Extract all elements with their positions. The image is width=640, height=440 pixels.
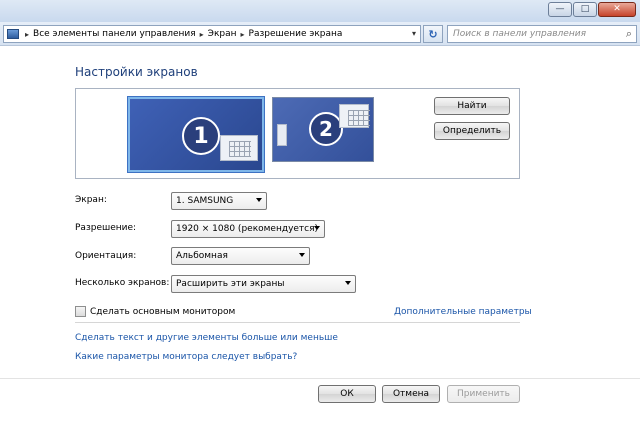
ok-button[interactable]: ОК	[318, 385, 376, 403]
breadcrumb-separator-icon[interactable]: ▸	[241, 30, 245, 39]
minimize-icon: —	[555, 4, 565, 14]
primary-monitor-checkbox-row[interactable]: Сделать основным монитором	[75, 306, 235, 317]
chevron-down-icon	[314, 226, 320, 230]
divider	[75, 322, 520, 323]
refresh-icon: ↻	[428, 27, 438, 41]
search-icon[interactable]: ⌕	[626, 27, 632, 41]
control-panel-icon	[7, 29, 19, 39]
close-button[interactable]: ✕	[598, 2, 636, 17]
identify-button[interactable]: Определить	[434, 122, 510, 140]
maximize-button[interactable]: □	[573, 2, 597, 17]
monitor-number-badge: 1	[182, 117, 220, 155]
breadcrumb-display[interactable]: Экран	[208, 29, 237, 39]
mini-window-icon	[220, 135, 258, 161]
title-bar[interactable]: — □ ✕	[0, 0, 640, 22]
maximize-icon: □	[580, 4, 590, 14]
monitor-number-badge: 2	[309, 112, 343, 146]
resolution-label: Разрешение:	[75, 223, 137, 233]
cancel-button[interactable]: Отмена	[382, 385, 440, 403]
refresh-button[interactable]: ↻	[423, 25, 443, 43]
address-bar[interactable]: ▸ Все элементы панели управления ▸ Экран…	[3, 25, 421, 43]
window-controls: — □ ✕	[548, 2, 636, 17]
close-icon: ✕	[613, 4, 621, 14]
orientation-select-value: Альбомная	[176, 251, 228, 261]
monitor-2-thumbnail[interactable]: 2	[272, 97, 374, 162]
mini-window-icon	[339, 104, 370, 128]
orientation-label: Ориентация:	[75, 251, 137, 261]
search-input[interactable]: Поиск в панели управления ⌕	[447, 25, 637, 43]
screen-select[interactable]: 1. SAMSUNG	[171, 192, 267, 210]
multiple-displays-select[interactable]: Расширить эти экраны	[171, 275, 356, 293]
primary-monitor-checkbox[interactable]	[75, 306, 86, 317]
screen-label: Экран:	[75, 195, 107, 205]
breadcrumb-separator-icon[interactable]: ▸	[200, 30, 204, 39]
chevron-down-icon	[256, 198, 262, 202]
multiple-displays-select-value: Расширить эти экраны	[176, 279, 285, 289]
mini-sidebar-icon	[277, 124, 287, 146]
minimize-button[interactable]: —	[548, 2, 572, 17]
content-pane: Настройки экранов 1 2 Найти Определить Э…	[0, 47, 640, 440]
primary-monitor-label[interactable]: Сделать основным монитором	[90, 307, 235, 317]
multiple-displays-label: Несколько экранов:	[75, 278, 170, 288]
find-button[interactable]: Найти	[434, 97, 510, 115]
orientation-select[interactable]: Альбомная	[171, 247, 310, 265]
resolution-select[interactable]: 1920 × 1080 (рекомендуется)	[171, 220, 325, 238]
address-row: ▸ Все элементы панели управления ▸ Экран…	[0, 22, 640, 46]
display-settings-window: — □ ✕ ▸ Все элементы панели управления ▸…	[0, 0, 640, 440]
advanced-settings-link[interactable]: Дополнительные параметры	[394, 307, 532, 317]
text-size-link[interactable]: Сделать текст и другие элементы больше и…	[75, 333, 338, 343]
search-placeholder: Поиск в панели управления	[453, 29, 586, 39]
breadcrumb-resolution[interactable]: Разрешение экрана	[249, 29, 343, 39]
footer-divider	[0, 378, 640, 379]
monitor-1-thumbnail[interactable]: 1	[128, 97, 264, 172]
address-history-dropdown-icon[interactable]: ▾	[412, 29, 416, 38]
chevron-down-icon	[345, 281, 351, 285]
which-settings-link[interactable]: Какие параметры монитора следует выбрать…	[75, 352, 297, 362]
breadcrumb-separator-icon[interactable]: ▸	[25, 30, 29, 39]
screen-select-value: 1. SAMSUNG	[176, 196, 234, 206]
breadcrumb-all-items[interactable]: Все элементы панели управления	[33, 29, 196, 39]
chevron-down-icon	[299, 253, 305, 257]
resolution-select-value: 1920 × 1080 (рекомендуется)	[176, 224, 319, 234]
page-title: Настройки экранов	[75, 65, 198, 79]
apply-button[interactable]: Применить	[447, 385, 520, 403]
